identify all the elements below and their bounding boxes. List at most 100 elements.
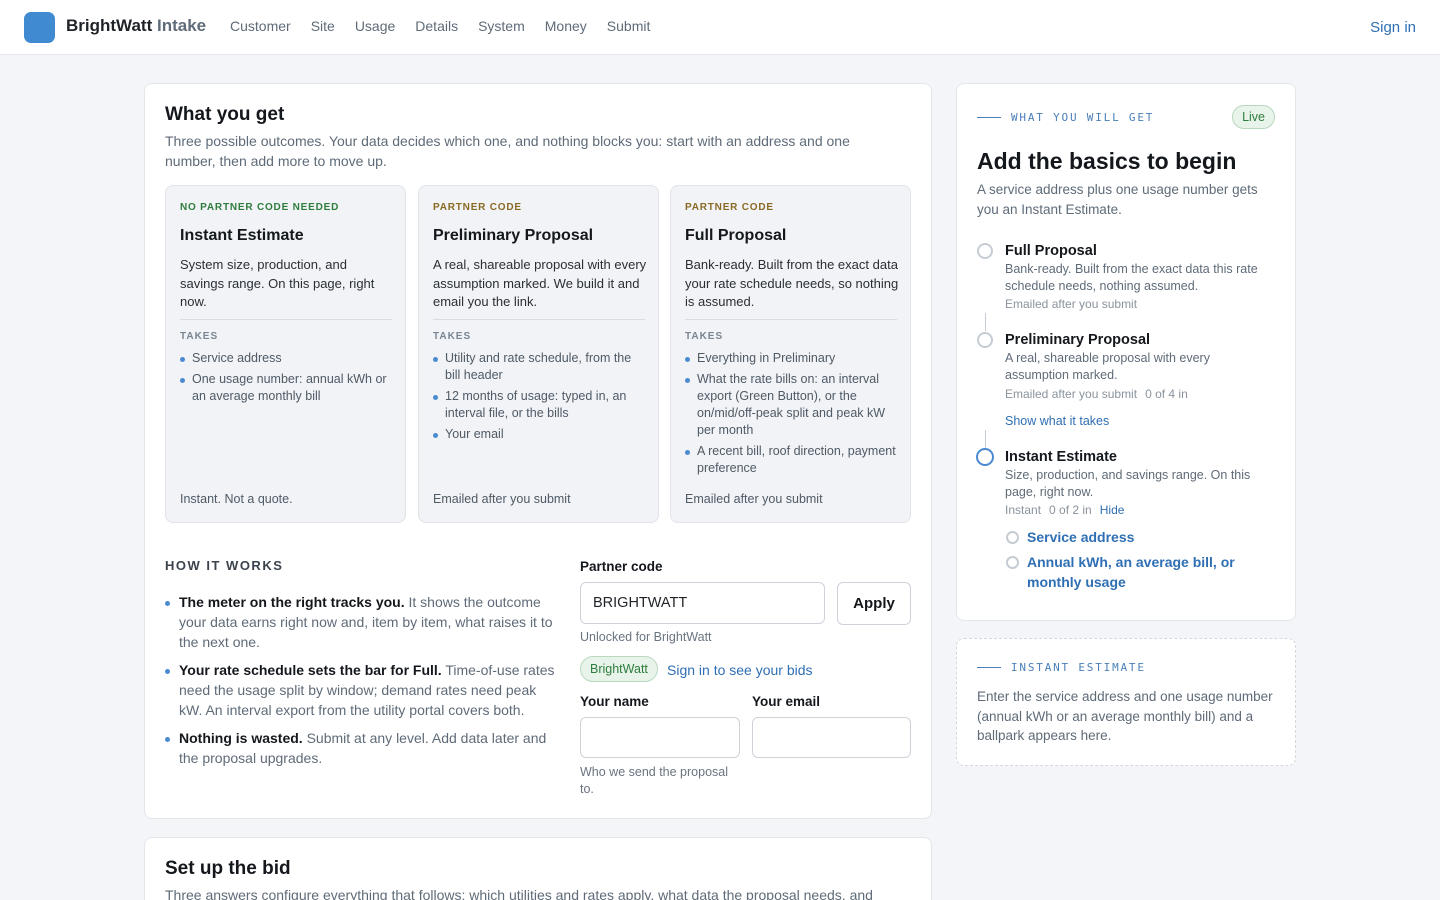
- divider: [180, 319, 392, 320]
- list-item: Everything in Preliminary: [685, 350, 899, 367]
- takes-label: TAKES: [180, 331, 219, 342]
- divider: [685, 319, 897, 320]
- eyebrow-dash: [977, 667, 1001, 668]
- step-meta-text: Emailed after you submit: [1005, 387, 1138, 401]
- tier-instant-estimate: NO PARTNER CODE NEEDED Instant Estimate …: [165, 185, 406, 523]
- outcome-meter-card: WHAT YOU WILL GET Live Add the basics to…: [956, 83, 1296, 621]
- tier-footer: Emailed after you submit: [685, 492, 823, 506]
- how-it-works-heading: HOW IT WORKS: [165, 558, 284, 573]
- eyebrow: WHAT YOU WILL GET: [977, 111, 1154, 124]
- your-email-input[interactable]: [752, 717, 911, 758]
- nav-usage[interactable]: Usage: [355, 18, 395, 34]
- step-active-circle-icon: [976, 448, 994, 466]
- list-item: Service address: [180, 350, 394, 367]
- nav-customer[interactable]: Customer: [230, 18, 291, 34]
- tier-full-proposal: PARTNER CODE Full Proposal Bank-ready. B…: [670, 185, 911, 523]
- divider: [433, 319, 645, 320]
- tier-kicker: PARTNER CODE: [433, 202, 522, 213]
- list-item: A recent bill, roof direction, payment p…: [685, 443, 899, 477]
- subitem-circle-icon: [1006, 531, 1019, 544]
- takes-label: TAKES: [685, 331, 724, 342]
- name-hint: Who we send the proposal to.: [580, 765, 729, 796]
- section-lead: Three possible outcomes. Your data decid…: [165, 133, 850, 169]
- what-you-get-card: What you get Three possible outcomes. Yo…: [144, 83, 932, 819]
- brand-sub: Intake: [156, 16, 207, 35]
- setup-bid-card: Set up the bid Three answers configure e…: [144, 837, 932, 900]
- nav-submit[interactable]: Submit: [607, 18, 651, 34]
- step-meta: Emailed after you submit 0 of 4 in: [1005, 387, 1188, 401]
- eyebrow-text: INSTANT ESTIMATE: [1011, 661, 1146, 674]
- list-item: Your rate schedule sets the bar for Full…: [165, 660, 557, 720]
- step-status-circle-icon: [977, 243, 993, 259]
- subitem-service-address[interactable]: Service address: [1027, 527, 1247, 547]
- instant-estimate-card: INSTANT ESTIMATE Enter the service addre…: [956, 638, 1296, 766]
- estimate-body: Enter the service address and one usage …: [977, 689, 1273, 743]
- nav-money[interactable]: Money: [545, 18, 587, 34]
- eyebrow-text: WHAT YOU WILL GET: [1011, 111, 1155, 124]
- nav-details[interactable]: Details: [415, 18, 458, 34]
- subitem-circle-icon: [1006, 556, 1019, 569]
- section-title: What you get: [165, 104, 285, 125]
- takes-list: Everything in Preliminary What the rate …: [685, 350, 899, 481]
- your-name-label: Your name: [580, 694, 649, 709]
- how-it-works-list: The meter on the right tracks you. It sh…: [165, 592, 557, 776]
- takes-label: TAKES: [433, 331, 472, 342]
- step-meta: Instant 0 of 2 in Hide: [1005, 503, 1124, 517]
- tier-footer: Emailed after you submit: [433, 492, 571, 506]
- item-bold: Your rate schedule sets the bar for Full…: [179, 662, 442, 678]
- list-item: 12 months of usage: typed in, an interva…: [433, 388, 647, 422]
- item-bold: Nothing is wasted.: [179, 730, 303, 746]
- unlocked-note: Unlocked for BrightWatt: [580, 630, 712, 644]
- meter-lead: A service address plus one usage number …: [977, 182, 1258, 217]
- takes-list: Utility and rate schedule, from the bill…: [433, 350, 647, 447]
- step-description: Bank-ready. Built from the exact data th…: [1005, 262, 1258, 293]
- tier-preliminary-proposal: PARTNER CODE Preliminary Proposal A real…: [418, 185, 659, 523]
- partner-code-label: Partner code: [580, 559, 663, 574]
- tier-footer: Instant. Not a quote.: [180, 492, 293, 506]
- partner-code-input[interactable]: [580, 582, 825, 624]
- eyebrow: INSTANT ESTIMATE: [977, 661, 1146, 674]
- brand-name[interactable]: BrightWatt Intake: [66, 16, 206, 36]
- tier-title: Instant Estimate: [180, 227, 304, 244]
- step-description: A real, shareable proposal with every as…: [1005, 351, 1210, 382]
- takes-list: Service address One usage number: annual…: [180, 350, 394, 409]
- nav-site[interactable]: Site: [311, 18, 335, 34]
- top-bar: BrightWatt Intake Customer Site Usage De…: [0, 0, 1440, 55]
- tier-kicker: NO PARTNER CODE NEEDED: [180, 202, 340, 213]
- step-meta-text: Instant: [1005, 503, 1042, 517]
- your-email-label: Your email: [752, 694, 821, 709]
- step-count: 0 of 4 in: [1145, 387, 1188, 401]
- section-title: Set up the bid: [165, 858, 291, 879]
- list-item: What the rate bills on: an interval expo…: [685, 371, 899, 439]
- sign-in-bids-link[interactable]: Sign in to see your bids: [667, 662, 813, 678]
- tier-description: A real, shareable proposal with every as…: [433, 257, 647, 309]
- step-description: Size, production, and savings range. On …: [1005, 468, 1251, 499]
- live-badge: Live: [1232, 105, 1275, 129]
- brand-logo-icon[interactable]: [24, 12, 55, 43]
- eyebrow-dash: [977, 117, 1001, 118]
- apply-button[interactable]: Apply: [837, 582, 911, 625]
- subitem-usage-number[interactable]: Annual kWh, an average bill, or monthly …: [1027, 552, 1247, 592]
- show-what-it-takes-link[interactable]: Show what it takes: [1005, 414, 1109, 428]
- nav-system[interactable]: System: [478, 18, 525, 34]
- section-lead: Three answers configure everything that …: [165, 887, 873, 900]
- step-connector: [985, 430, 986, 448]
- hide-link[interactable]: Hide: [1100, 503, 1125, 517]
- brand-main: BrightWatt: [66, 16, 153, 35]
- tier-description: Bank-ready. Built from the exact data yo…: [685, 257, 899, 309]
- tier-title: Preliminary Proposal: [433, 227, 594, 244]
- step-meta-text: Emailed after you submit: [1005, 297, 1138, 311]
- partner-badge: BrightWatt: [580, 656, 658, 682]
- step-status-circle-icon: [977, 332, 993, 348]
- list-item: One usage number: annual kWh or an avera…: [180, 371, 394, 405]
- list-item: Utility and rate schedule, from the bill…: [433, 350, 647, 384]
- list-item: The meter on the right tracks you. It sh…: [165, 592, 557, 652]
- step-count: 0 of 2 in: [1049, 503, 1092, 517]
- step-meta: Emailed after you submit: [1005, 297, 1137, 311]
- list-item: Nothing is wasted. Submit at any level. …: [165, 728, 557, 768]
- item-bold: The meter on the right tracks you.: [179, 594, 405, 610]
- tier-description: System size, production, and savings ran…: [180, 257, 375, 309]
- sign-in-link[interactable]: Sign in: [1370, 19, 1416, 36]
- your-name-input[interactable]: [580, 717, 740, 758]
- meter-title: Add the basics to begin: [977, 148, 1237, 174]
